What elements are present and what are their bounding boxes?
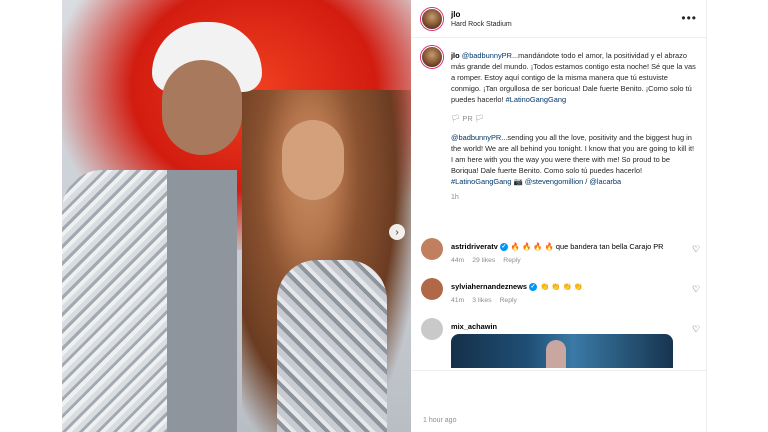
camera-icon: 📷: [513, 177, 523, 186]
photo-face-left: [162, 60, 242, 155]
caption-en-hashtag[interactable]: #LatinoGangGang: [451, 177, 511, 186]
heart-icon[interactable]: ♡: [691, 284, 701, 294]
comment-reply-button[interactable]: Reply: [500, 297, 517, 304]
photo-shirt: [167, 170, 237, 432]
comment-age: 44m: [451, 257, 465, 264]
comment-image[interactable]: [451, 334, 673, 368]
comment-age: 41m: [451, 297, 465, 304]
caption-en-mention[interactable]: @badbunnyPR: [451, 133, 501, 142]
caption-body: jlo @badbunnyPR...mandándote todo el amo…: [451, 50, 697, 203]
photo-face-right: [282, 120, 344, 200]
post-viewer: › jlo Hard Rock Stadium ••• jlo @badbunn…: [0, 0, 768, 432]
heart-icon[interactable]: ♡: [691, 244, 701, 254]
post-location[interactable]: Hard Rock Stadium: [451, 21, 512, 28]
avatar[interactable]: [421, 8, 443, 30]
verified-icon: ✓: [499, 243, 508, 252]
comment-reply-button[interactable]: Reply: [503, 257, 520, 264]
comment-username[interactable]: sylviahernandeznews: [451, 282, 527, 291]
caption-credit-1[interactable]: @stevengomillion: [525, 177, 583, 186]
caption-username[interactable]: jlo: [451, 51, 460, 60]
caption-time: 1h: [451, 194, 459, 201]
comment-username[interactable]: astridriveratv: [451, 242, 498, 251]
comment-likes[interactable]: 3 likes: [472, 297, 491, 304]
caption-slash: /: [585, 177, 588, 186]
comment-meta: 44m 29 likes Reply: [451, 257, 529, 264]
heart-icon[interactable]: ♡: [691, 324, 701, 334]
comment-meta: 41m 3 likes Reply: [451, 297, 525, 304]
photo-dress: [277, 260, 387, 432]
post-timestamp: 1 hour ago: [423, 417, 457, 424]
comment-line: sylviahernandeznews ✓ 👏 👏 👏 👏: [451, 282, 583, 292]
verified-icon: ✓: [529, 283, 537, 292]
post-photo[interactable]: ›: [62, 0, 411, 432]
comment-line: mix_achawin: [451, 322, 497, 331]
post-footer: 1 hour ago: [411, 370, 707, 432]
flag-icon: 🏳 PR 🏳: [451, 114, 485, 123]
comment-text: 🔥 🔥 🔥 🔥 que bandera tan bella Carajo PR: [510, 242, 664, 251]
comment-image-figure: [546, 340, 566, 368]
caption-mention[interactable]: @badbunnyPR: [462, 51, 512, 60]
comment-text: 👏 👏 👏 👏: [540, 282, 583, 291]
chevron-right-icon: ›: [395, 226, 399, 238]
caption-avatar[interactable]: [421, 46, 443, 68]
more-horizontal-icon[interactable]: •••: [681, 11, 697, 25]
comment-line: astridriveratv ✓ 🔥 🔥 🔥 🔥 que bandera tan b…: [451, 242, 664, 252]
next-photo-button[interactable]: ›: [389, 224, 405, 240]
comment-avatar[interactable]: [421, 278, 443, 300]
caption-hashtag[interactable]: #LatinoGangGang: [506, 95, 566, 104]
comment-avatar[interactable]: [421, 318, 443, 340]
caption-credit-2[interactable]: @lacarba: [589, 177, 621, 186]
comment-username[interactable]: mix_achawin: [451, 322, 497, 331]
post-username[interactable]: jlo: [451, 10, 460, 19]
comments-panel: jlo Hard Rock Stadium ••• jlo @badbunnyP…: [411, 0, 707, 432]
post-header: jlo Hard Rock Stadium •••: [411, 0, 707, 38]
comment-item: sylviahernandeznews ✓ 👏 👏 👏 👏 41m 3 likes Re…: [421, 278, 701, 318]
comment-likes[interactable]: 29 likes: [472, 257, 495, 264]
comment-item: astridriveratv ✓ 🔥 🔥 🔥 🔥 que bandera tan b…: [421, 238, 701, 278]
caption-english: @badbunnyPR...sending you all the love, …: [451, 132, 697, 187]
comment-avatar[interactable]: [421, 238, 443, 260]
